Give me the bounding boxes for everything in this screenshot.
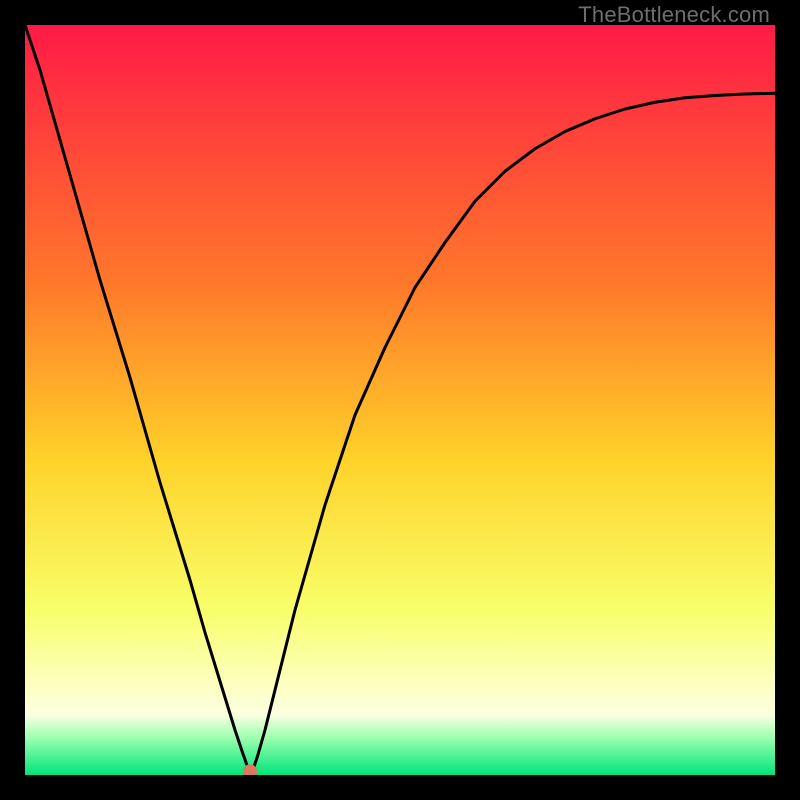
- watermark-text: TheBottleneck.com: [578, 2, 770, 28]
- bottleneck-chart: [25, 25, 775, 775]
- chart-frame: [25, 25, 775, 775]
